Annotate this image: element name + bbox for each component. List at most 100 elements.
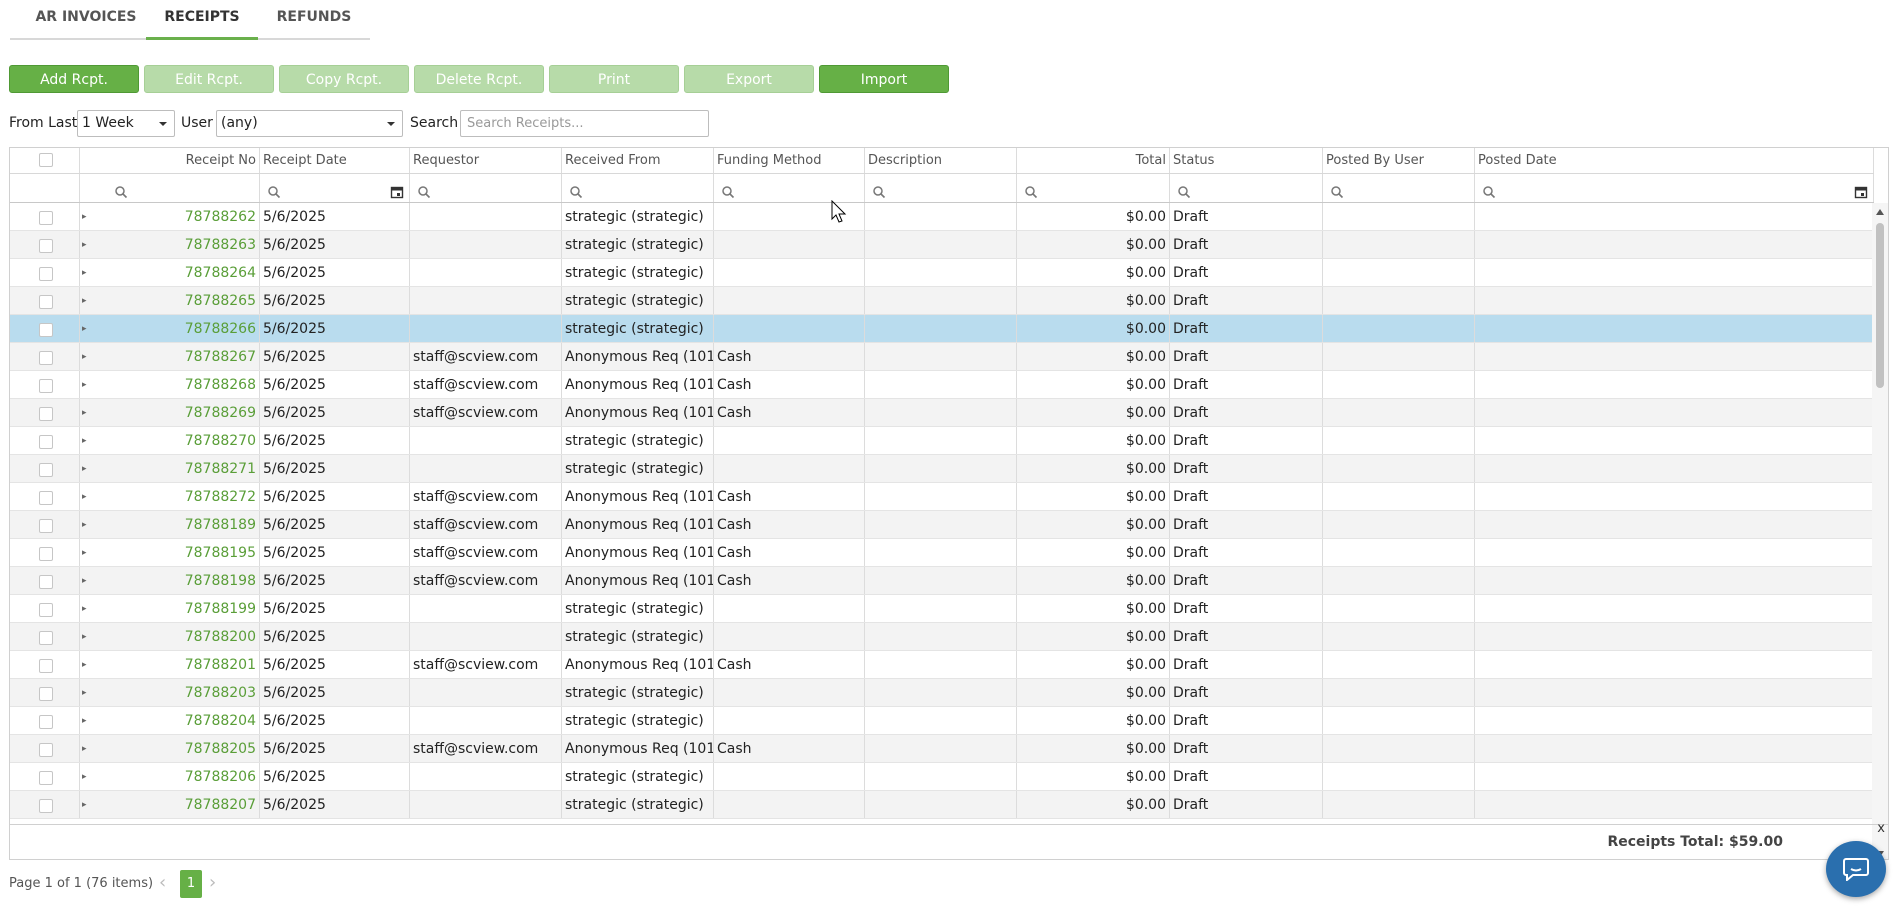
column-header-description[interactable]: Description bbox=[865, 148, 1017, 173]
calendar-icon[interactable] bbox=[1854, 181, 1868, 199]
table-row[interactable]: ▸ 78788272 5/6/2025 staff@scview.com Anonymo… bbox=[10, 483, 1874, 511]
table-row[interactable]: ▸ 78788195 5/6/2025 staff@scview.com Anonymo… bbox=[10, 539, 1874, 567]
column-header-requestor[interactable]: Requestor bbox=[410, 148, 562, 173]
row-checkbox[interactable] bbox=[39, 379, 53, 393]
receipt-number-link[interactable]: 78788265 bbox=[185, 293, 256, 309]
from-last-select[interactable]: 1 Week bbox=[77, 110, 175, 137]
tab-refunds[interactable]: REFUNDS bbox=[258, 0, 370, 40]
expand-row-icon[interactable]: ▸ bbox=[82, 399, 87, 426]
table-row[interactable]: ▸ 78788267 5/6/2025 staff@scview.com Anonymo… bbox=[10, 343, 1874, 371]
table-row[interactable]: ▸ 78788203 5/6/2025 strategic (strategic) $0… bbox=[10, 679, 1874, 707]
receipt-number-link[interactable]: 78788205 bbox=[185, 741, 256, 757]
column-filter-status[interactable] bbox=[1170, 174, 1323, 202]
column-filter-requestor[interactable] bbox=[410, 174, 562, 202]
search-input[interactable] bbox=[460, 110, 709, 137]
column-header-received-from[interactable]: Received From bbox=[562, 148, 714, 173]
expand-row-icon[interactable]: ▸ bbox=[82, 595, 87, 622]
row-checkbox[interactable] bbox=[39, 491, 53, 505]
row-checkbox[interactable] bbox=[39, 351, 53, 365]
row-checkbox[interactable] bbox=[39, 799, 53, 813]
receipt-number-link[interactable]: 78788201 bbox=[185, 657, 256, 673]
delete-receipt-button[interactable]: Delete Rcpt. bbox=[414, 65, 544, 93]
table-row[interactable]: ▸ 78788263 5/6/2025 strategic (strategic) $0… bbox=[10, 231, 1874, 259]
receipt-number-link[interactable]: 78788263 bbox=[185, 237, 256, 253]
row-checkbox[interactable] bbox=[39, 547, 53, 561]
column-header-status[interactable]: Status bbox=[1170, 148, 1323, 173]
expand-row-icon[interactable]: ▸ bbox=[82, 287, 87, 314]
expand-row-icon[interactable]: ▸ bbox=[82, 763, 87, 790]
next-page-icon[interactable]: › bbox=[209, 872, 216, 893]
expand-row-icon[interactable]: ▸ bbox=[82, 511, 87, 538]
column-filter-posted-by-user[interactable] bbox=[1323, 174, 1475, 202]
expand-row-icon[interactable]: ▸ bbox=[82, 231, 87, 258]
page-1-button[interactable]: 1 bbox=[180, 870, 202, 898]
receipt-number-link[interactable]: 78788268 bbox=[185, 377, 256, 393]
column-header-receipt-date[interactable]: Receipt Date bbox=[260, 148, 410, 173]
receipt-number-link[interactable]: 78788264 bbox=[185, 265, 256, 281]
expand-row-icon[interactable]: ▸ bbox=[82, 651, 87, 678]
print-button[interactable]: Print bbox=[549, 65, 679, 93]
row-checkbox[interactable] bbox=[39, 407, 53, 421]
column-header-funding-method[interactable]: Funding Method bbox=[714, 148, 865, 173]
expand-row-icon[interactable]: ▸ bbox=[82, 623, 87, 650]
expand-row-icon[interactable]: ▸ bbox=[82, 679, 87, 706]
receipt-number-link[interactable]: 78788270 bbox=[185, 433, 256, 449]
table-row[interactable]: ▸ 78788264 5/6/2025 strategic (strategic) $0… bbox=[10, 259, 1874, 287]
table-row[interactable]: ▸ 78788205 5/6/2025 staff@scview.com Anonymo… bbox=[10, 735, 1874, 763]
expand-row-icon[interactable]: ▸ bbox=[82, 259, 87, 286]
column-filter-receipt-no[interactable] bbox=[80, 174, 260, 202]
row-checkbox[interactable] bbox=[39, 631, 53, 645]
row-checkbox[interactable] bbox=[39, 743, 53, 757]
receipt-number-link[interactable]: 78788206 bbox=[185, 769, 256, 785]
select-all-checkbox[interactable] bbox=[39, 153, 53, 167]
expand-row-icon[interactable]: ▸ bbox=[82, 567, 87, 594]
table-row[interactable]: ▸ 78788189 5/6/2025 staff@scview.com Anonymo… bbox=[10, 511, 1874, 539]
export-button[interactable]: Export bbox=[684, 65, 814, 93]
receipt-number-link[interactable]: 78788207 bbox=[185, 797, 256, 813]
table-row[interactable]: ▸ 78788265 5/6/2025 strategic (strategic) $0… bbox=[10, 287, 1874, 315]
row-checkbox[interactable] bbox=[39, 211, 53, 225]
expand-row-icon[interactable]: ▸ bbox=[82, 455, 87, 482]
row-checkbox[interactable] bbox=[39, 267, 53, 281]
column-filter-received-from[interactable] bbox=[562, 174, 714, 202]
scroll-thumb[interactable] bbox=[1876, 223, 1884, 388]
table-row[interactable]: ▸ 78788270 5/6/2025 strategic (strategic) $0… bbox=[10, 427, 1874, 455]
row-checkbox[interactable] bbox=[39, 659, 53, 673]
table-row[interactable]: ▸ 78788268 5/6/2025 staff@scview.com Anonymo… bbox=[10, 371, 1874, 399]
receipt-number-link[interactable]: 78788272 bbox=[185, 489, 256, 505]
expand-row-icon[interactable]: ▸ bbox=[82, 343, 87, 370]
column-filter-total[interactable] bbox=[1017, 174, 1170, 202]
user-select[interactable]: (any) bbox=[216, 110, 403, 137]
receipt-number-link[interactable]: 78788195 bbox=[185, 545, 256, 561]
receipt-number-link[interactable]: 78788266 bbox=[185, 321, 256, 337]
row-checkbox[interactable] bbox=[39, 295, 53, 309]
row-checkbox[interactable] bbox=[39, 239, 53, 253]
scroll-up-icon[interactable] bbox=[1876, 209, 1884, 215]
receipt-number-link[interactable]: 78788189 bbox=[185, 517, 256, 533]
expand-row-icon[interactable]: ▸ bbox=[82, 791, 87, 818]
column-header-posted-by-user[interactable]: Posted By User bbox=[1323, 148, 1475, 173]
expand-row-icon[interactable]: ▸ bbox=[82, 315, 87, 342]
table-row[interactable]: ▸ 78788200 5/6/2025 strategic (strategic) $0… bbox=[10, 623, 1874, 651]
receipt-number-link[interactable]: 78788200 bbox=[185, 629, 256, 645]
column-header-receipt-no[interactable]: Receipt No bbox=[80, 148, 260, 173]
prev-page-icon[interactable]: ‹ bbox=[159, 872, 166, 893]
table-row[interactable]: ▸ 78788207 5/6/2025 strategic (strategic) $0… bbox=[10, 791, 1874, 819]
table-row[interactable]: ▸ 78788201 5/6/2025 staff@scview.com Anonymo… bbox=[10, 651, 1874, 679]
expand-row-icon[interactable]: ▸ bbox=[82, 427, 87, 454]
row-checkbox[interactable] bbox=[39, 715, 53, 729]
column-filter-funding-method[interactable] bbox=[714, 174, 865, 202]
expand-row-icon[interactable]: ▸ bbox=[82, 371, 87, 398]
receipt-number-link[interactable]: 78788271 bbox=[185, 461, 256, 477]
expand-row-icon[interactable]: ▸ bbox=[82, 483, 87, 510]
expand-row-icon[interactable]: ▸ bbox=[82, 707, 87, 734]
receipt-number-link[interactable]: 78788198 bbox=[185, 573, 256, 589]
receipt-number-link[interactable]: 78788203 bbox=[185, 685, 256, 701]
vertical-scrollbar[interactable] bbox=[1872, 203, 1888, 859]
row-checkbox[interactable] bbox=[39, 603, 53, 617]
row-checkbox[interactable] bbox=[39, 687, 53, 701]
table-row[interactable]: ▸ 78788269 5/6/2025 staff@scview.com Anonymo… bbox=[10, 399, 1874, 427]
receipt-number-link[interactable]: 78788204 bbox=[185, 713, 256, 729]
table-row[interactable]: ▸ 78788266 5/6/2025 strategic (strategic) $0… bbox=[10, 315, 1874, 343]
table-row[interactable]: ▸ 78788262 5/6/2025 strategic (strategic) $0… bbox=[10, 203, 1874, 231]
